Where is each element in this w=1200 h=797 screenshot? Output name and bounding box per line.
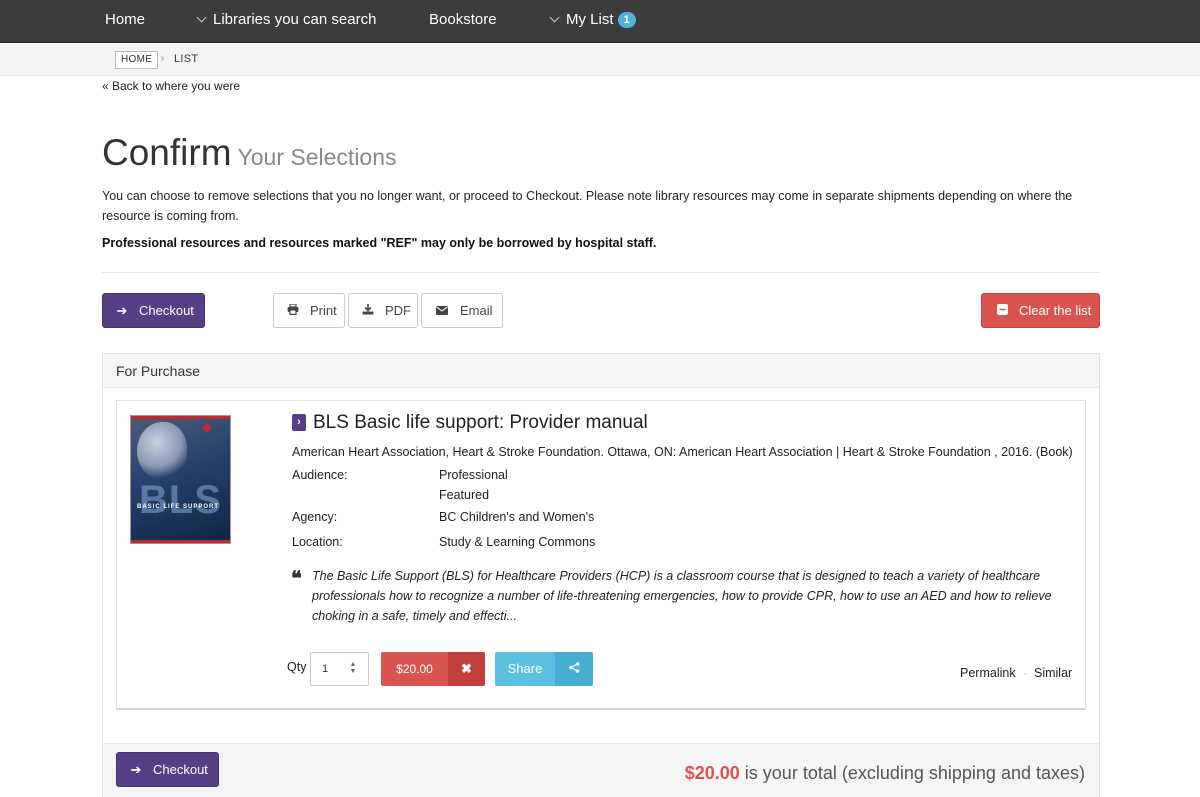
nav-libraries-label: Libraries you can search	[213, 11, 377, 28]
arrow-right-icon: ➔	[130, 761, 142, 777]
minus-square-icon	[995, 303, 1009, 318]
panel-heading: For Purchase	[103, 354, 1099, 388]
record-summary: The Basic Life Support (BLS) for Healthc…	[312, 569, 1052, 623]
record-expand-icon[interactable]: ›	[292, 414, 306, 431]
top-navbar: Home Libraries you can search Bookstore …	[0, 0, 1200, 43]
panel-heading-label: For Purchase	[116, 363, 201, 379]
chevron-down-icon	[549, 12, 560, 23]
cover-stripe	[131, 416, 230, 419]
email-label: Email	[460, 303, 493, 318]
printer-icon	[286, 303, 300, 318]
breadcrumb: HOME › LIST	[0, 44, 1200, 76]
share-button[interactable]: Share	[495, 652, 593, 686]
price-button[interactable]: $20.00 ✖	[381, 652, 485, 686]
similar-link[interactable]: Similar	[1034, 666, 1072, 680]
location-value: Study & Learning Commons	[439, 535, 596, 549]
cover-stripe-bottom	[131, 540, 230, 543]
total-text: is your total (excluding shipping and ta…	[739, 763, 1085, 783]
clear-list-label: Clear the list	[1019, 303, 1092, 318]
total-amount: $20.00	[684, 763, 740, 783]
print-label: Print	[310, 303, 337, 318]
clear-list-button[interactable]: Clear the list	[981, 293, 1100, 328]
purchase-panel: For Purchase BLS BASIC LIFE SUPPORT › BL…	[102, 353, 1100, 797]
permalink-link[interactable]: Permalink	[960, 666, 1016, 680]
quantity-value: 1	[322, 663, 329, 675]
location-label: Location:	[292, 535, 343, 549]
panel-footer: ➔ Checkout $20.00 is your total (excludin…	[103, 743, 1099, 797]
audience-label: Audience:	[292, 468, 348, 482]
audience-value: Featured	[439, 488, 490, 502]
breadcrumb-separator: ›	[161, 53, 165, 64]
breadcrumb-home[interactable]: HOME	[115, 51, 159, 69]
print-button[interactable]: Print	[273, 293, 345, 328]
link-separator: ·	[1023, 666, 1027, 680]
pdf-button[interactable]: PDF	[348, 293, 418, 328]
agency-value: BC Children's and Women's	[439, 510, 595, 524]
chevron-down-icon	[196, 12, 207, 23]
agency-label: Agency:	[292, 510, 338, 524]
divider	[102, 272, 1100, 273]
checkout-label: Checkout	[153, 762, 208, 777]
quantity-stepper[interactable]: 1 ▲ ▼	[310, 652, 369, 686]
share-icon	[555, 652, 593, 686]
arrow-right-icon: ➔	[116, 302, 128, 318]
audience-value: Professional	[439, 468, 508, 482]
book-cover-image[interactable]: BLS BASIC LIFE SUPPORT	[130, 415, 231, 544]
nav-home[interactable]: Home	[105, 0, 145, 40]
quote-icon: ❝	[291, 568, 302, 590]
back-link[interactable]: « Back to where you were	[102, 79, 240, 93]
checkout-button[interactable]: ➔ Checkout	[102, 293, 205, 328]
checkout-label: Checkout	[139, 303, 194, 318]
download-icon	[361, 303, 375, 318]
envelope-icon	[435, 303, 449, 318]
page-title-main: Confirm	[102, 132, 232, 173]
heart-logo-icon	[203, 424, 211, 432]
cover-title-graphic: BLS	[139, 478, 222, 522]
page-subtitle: Your Selections	[237, 144, 397, 170]
nav-bookstore[interactable]: Bookstore	[429, 0, 497, 40]
nav-my-list-label: My List	[566, 11, 614, 28]
spinner-arrows-icon[interactable]: ▲ ▼	[349, 661, 357, 677]
record-title[interactable]: BLS Basic life support: Provider manual	[313, 412, 648, 434]
cover-subtitle-graphic: BASIC LIFE SUPPORT	[137, 504, 220, 510]
close-icon[interactable]: ✖	[448, 652, 485, 686]
nav-my-list[interactable]: My List 1	[549, 0, 636, 40]
my-list-count-badge: 1	[617, 12, 636, 28]
intro-text: You can choose to remove selections that…	[102, 189, 1073, 223]
order-total: $20.00 is your total (excluding shipping…	[685, 763, 1085, 784]
price-label: $20.00	[381, 652, 448, 686]
page-title: Confirm Your Selections	[102, 132, 397, 174]
list-item: BLS BASIC LIFE SUPPORT › BLS Basic life …	[116, 400, 1086, 710]
breadcrumb-current: LIST	[174, 53, 199, 65]
checkout-button-bottom[interactable]: ➔ Checkout	[116, 752, 219, 787]
nav-libraries[interactable]: Libraries you can search	[196, 0, 377, 40]
record-publication: American Heart Association, Heart & Stro…	[292, 445, 1073, 459]
staff-notice: Professional resources and resources mar…	[102, 236, 657, 250]
cover-illustration	[137, 422, 187, 480]
quantity-label: Qty	[287, 660, 307, 674]
email-button[interactable]: Email	[421, 293, 503, 328]
share-label: Share	[495, 652, 555, 686]
pdf-label: PDF	[385, 303, 411, 318]
